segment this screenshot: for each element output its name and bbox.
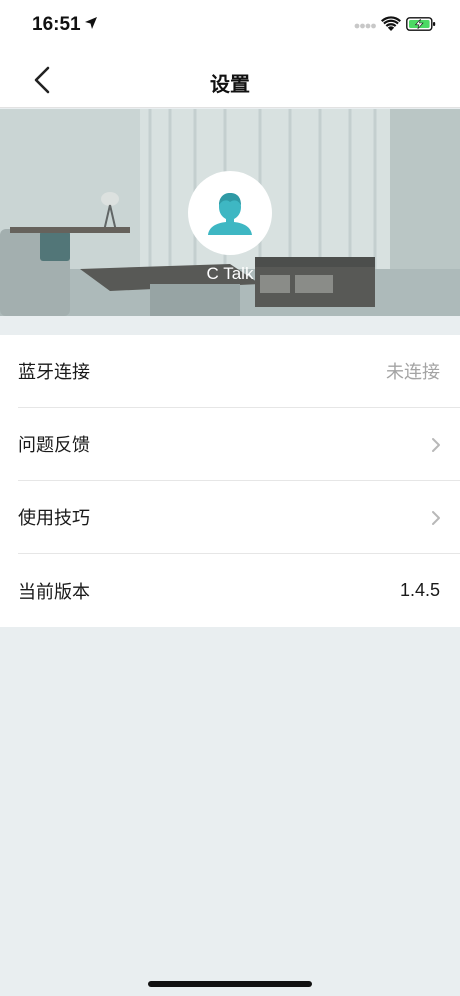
- chevron-right-icon: [432, 438, 440, 452]
- row-label: 当前版本: [18, 581, 90, 603]
- bluetooth-status-value: 未连接: [386, 362, 440, 383]
- page-title: 设置: [210, 72, 250, 96]
- feedback-row[interactable]: 问题反馈: [18, 408, 460, 481]
- location-arrow-icon: [85, 17, 97, 29]
- wifi-icon: [381, 16, 401, 31]
- status-time: 16:51: [32, 14, 81, 35]
- row-label: 蓝牙连接: [18, 362, 90, 383]
- navigation-bar: 设置: [0, 52, 460, 108]
- profile-name: C Talk: [206, 264, 254, 283]
- chevron-right-icon: [432, 511, 440, 525]
- settings-list: 蓝牙连接 未连接 问题反馈 使用技巧 当前版本 1.4.5: [0, 335, 460, 627]
- home-indicator: [148, 981, 312, 987]
- row-label: 使用技巧: [18, 508, 90, 529]
- avatar[interactable]: [188, 171, 272, 255]
- signal-icon: [354, 23, 376, 29]
- usage-tips-row[interactable]: 使用技巧: [18, 481, 460, 554]
- version-value: 1.4.5: [399, 580, 440, 600]
- row-label: 问题反馈: [18, 435, 90, 456]
- status-bar: 16:51: [0, 0, 460, 52]
- battery-charging-icon: [406, 17, 436, 31]
- profile-banner: C Talk: [0, 109, 460, 316]
- settings-screen: 16:51 设置 C Talk 蓝牙连接 未连接 问题反馈 使用技巧 当前版本 …: [0, 0, 460, 996]
- bluetooth-connection-row[interactable]: 蓝牙连接 未连接: [18, 335, 460, 408]
- current-version-row: 当前版本 1.4.5: [18, 554, 460, 627]
- user-avatar-icon: [208, 193, 252, 235]
